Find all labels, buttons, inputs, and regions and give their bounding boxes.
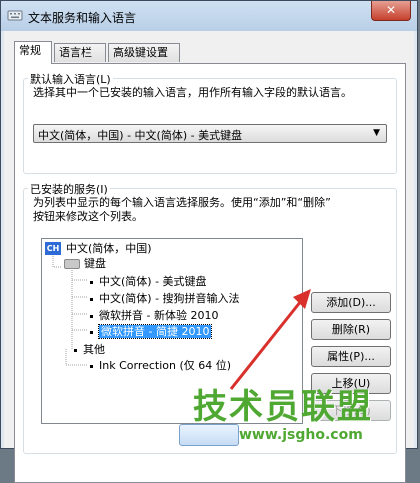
tree-other-item-label: Ink Correction (仅 64 位) [99, 359, 232, 372]
bullet-icon [90, 314, 93, 318]
tree-keyboard-item-label: 微软拼音 - 新体验 2010 [99, 309, 219, 322]
remove-button[interactable]: 删除(R) [311, 319, 391, 340]
tree-other-item[interactable]: Ink Correction (仅 64 位) [90, 359, 231, 373]
tree-keyboard-item-label: 中文(简体) - 搜狗拼音输入法 [99, 292, 240, 305]
watermark-url: www.jsgho.com [239, 427, 363, 443]
tree-keyboard-item-selected[interactable]: 微软拼音 - 简捷 2010 [90, 324, 213, 339]
bullet-icon [90, 364, 93, 368]
tab-general[interactable]: 常规 [14, 41, 52, 64]
keyboard-icon [64, 259, 80, 269]
tree-keyboard-group[interactable]: 键盘 [84, 257, 106, 271]
tree-other-group[interactable]: 其他 [74, 343, 105, 357]
close-icon: ✕ [385, 3, 397, 17]
bullet-icon [90, 297, 93, 301]
bullet-icon [74, 348, 77, 352]
tab-language-bar[interactable]: 语言栏 [54, 43, 106, 62]
installed-services-group-title: 已安装的服务(I) [28, 181, 110, 197]
tab-advanced-keys[interactable]: 高级键设置 [108, 43, 180, 62]
tree-language-node[interactable]: 中文(简体，中国) [66, 242, 152, 256]
tree-keyboard-item-label: 中文(简体) - 美式键盘 [99, 275, 207, 288]
close-button[interactable]: ✕ [371, 1, 411, 21]
window-title: 文本服务和输入语言 [28, 11, 137, 25]
remove-button-label: 删除(R) [331, 323, 371, 336]
tree-keyboard-item[interactable]: 中文(简体) - 美式键盘 [90, 275, 207, 289]
default-language-select[interactable]: 中文(简体，中国) - 中文(简体) - 美式键盘 ▼ [33, 124, 387, 143]
tree-other-group-label: 其他 [83, 343, 105, 356]
installed-services-description-1: 为列表中显示的每个输入语言选择服务。使用“添加”和“删除” [33, 196, 331, 209]
bullet-icon [90, 280, 93, 284]
tab-language-bar-label: 语言栏 [59, 46, 92, 59]
default-language-description: 选择其中一个已安装的输入语言，用作所有输入字段的默认语言。 [33, 86, 352, 99]
properties-button[interactable]: 属性(P)... [311, 346, 391, 367]
installed-services-description-2: 按钮来修改这个列表。 [33, 210, 143, 223]
tree-keyboard-item[interactable]: 中文(简体) - 搜狗拼音输入法 [90, 292, 240, 306]
chevron-down-icon: ▼ [373, 128, 380, 138]
watermark-main: 技术员联盟 [193, 387, 373, 427]
tab-general-label: 常规 [19, 44, 41, 57]
text-services-window: 文本服务和输入语言 ✕ 常规 语言栏 高级键设置 默认输入语言(L) 选择其中一… [0, 0, 419, 483]
language-badge: CH [45, 242, 61, 255]
watermark: 技术员联盟 www.jsgho.com [193, 379, 419, 449]
default-language-value: 中文(简体，中国) - 中文(简体) - 美式键盘 [38, 129, 243, 142]
tree-selected-item-label: 微软拼音 - 简捷 2010 [97, 324, 213, 339]
title-bar[interactable]: 文本服务和输入语言 ✕ [1, 1, 417, 31]
keyboard-app-icon [7, 10, 23, 21]
tree-keyboard-item[interactable]: 微软拼音 - 新体验 2010 [90, 309, 218, 323]
properties-button-label: 属性(P)... [327, 350, 375, 363]
tab-advanced-keys-label: 高级键设置 [113, 46, 168, 59]
add-button[interactable]: 添加(D)... [311, 292, 391, 313]
bullet-icon [90, 330, 93, 334]
default-language-group-title: 默认输入语言(L) [28, 71, 113, 87]
add-button-label: 添加(D)... [326, 296, 376, 309]
